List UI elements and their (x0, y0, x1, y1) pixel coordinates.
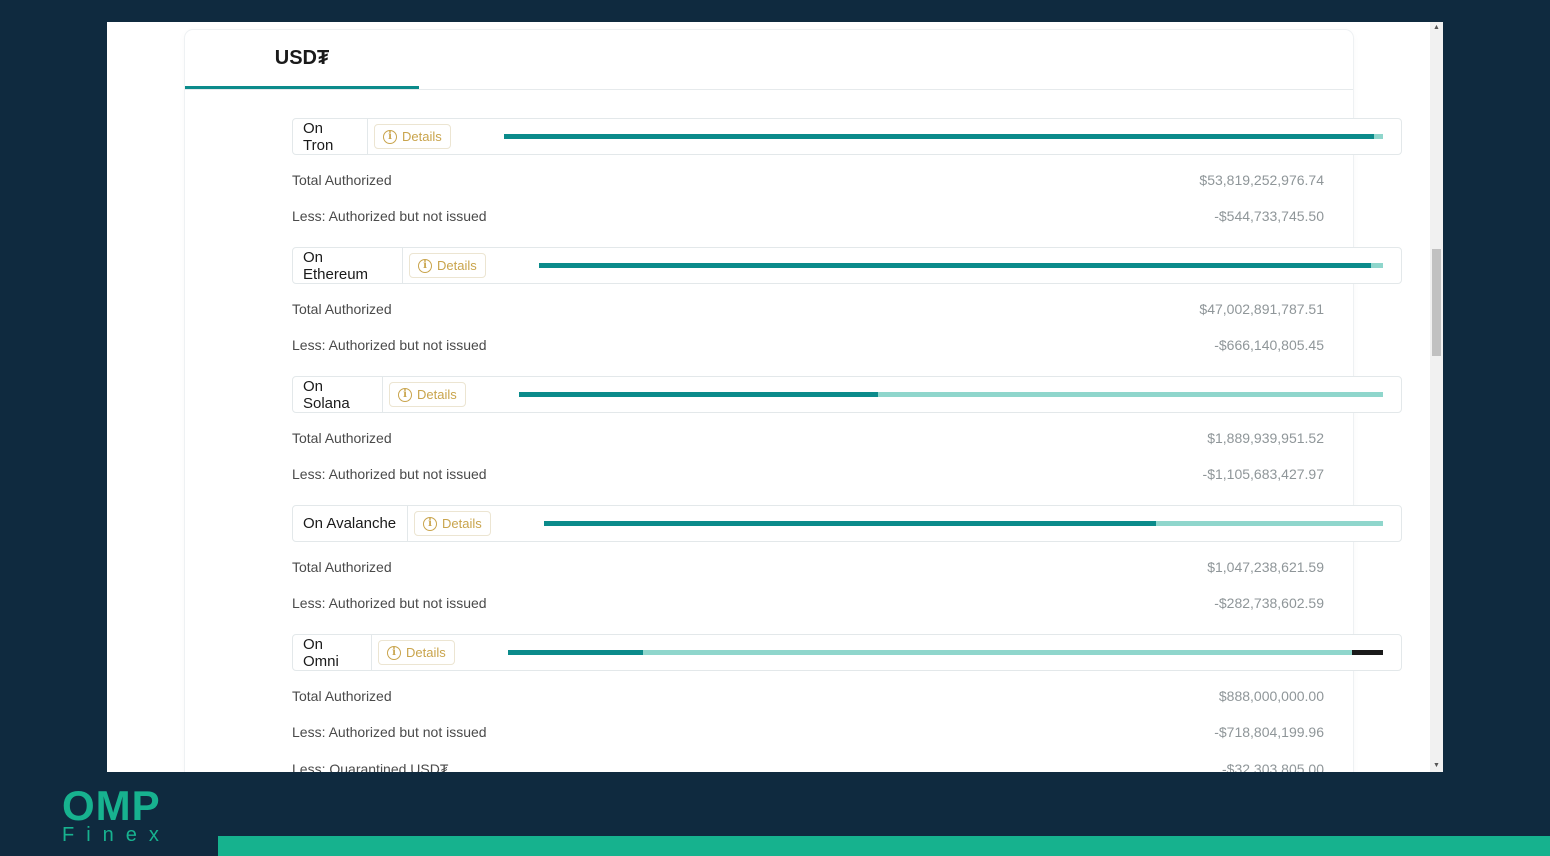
issuance-progress-bar (544, 521, 1383, 526)
row-label: Total Authorized (292, 688, 392, 704)
unissued-segment (1156, 521, 1383, 526)
row-value: $53,819,252,976.74 (1199, 172, 1324, 188)
unissued-segment (643, 650, 1352, 655)
row-value: -$666,140,805.45 (1214, 337, 1324, 353)
row-value: $1,047,238,621.59 (1207, 559, 1324, 575)
issued-segment (504, 134, 1374, 139)
details-button[interactable]: i Details (374, 124, 451, 149)
chain-header: On Solana i Details (292, 376, 1402, 413)
row-value: $1,889,939,951.52 (1207, 430, 1324, 446)
unissued-segment (878, 392, 1383, 397)
info-icon: i (387, 645, 401, 660)
info-icon: i (418, 258, 432, 273)
details-button[interactable]: i Details (378, 640, 455, 665)
chain-header: On Avalanche i Details (292, 505, 1402, 542)
row-value: -$282,738,602.59 (1214, 595, 1324, 611)
row-value: $47,002,891,787.51 (1199, 301, 1324, 317)
tab-usdt[interactable]: USD₮ (185, 30, 419, 89)
info-icon: i (383, 129, 397, 144)
details-button[interactable]: i Details (389, 382, 466, 407)
issuance-progress-bar (508, 650, 1383, 655)
row-label: Total Authorized (292, 301, 392, 317)
details-label: Details (437, 258, 477, 273)
details-label: Details (402, 129, 442, 144)
row-label: Less: Authorized but not issued (292, 724, 487, 740)
logo-main-text: OMP (62, 782, 161, 829)
details-label: Details (442, 516, 482, 531)
chain-name: On Omni (293, 635, 372, 670)
details-button[interactable]: i Details (409, 253, 486, 278)
chain-name: On Ethereum (293, 248, 403, 283)
row-label: Less: Authorized but not issued (292, 208, 487, 224)
logo-sub-text: Finex (62, 824, 171, 846)
chain-header: On Tron i Details (292, 118, 1402, 155)
chain-name: On Avalanche (293, 506, 408, 541)
row-value: -$32,303,805.00 (1222, 761, 1324, 772)
unissued-segment (1374, 134, 1383, 139)
row-value: -$718,804,199.96 (1214, 724, 1324, 740)
issuance-progress-bar (519, 392, 1383, 397)
usdt-card: USD₮ On Tron i Details Total Authorized $53,… (185, 30, 1402, 772)
row-label: Less: Quarantined USD₮ (292, 761, 449, 772)
issued-segment (544, 521, 1156, 526)
issued-segment (508, 650, 643, 655)
row-label: Less: Authorized but not issued (292, 595, 487, 611)
chain-name: On Solana (293, 377, 383, 412)
row-label: Less: Authorized but not issued (292, 337, 487, 353)
details-label: Details (406, 645, 446, 660)
row-label: Total Authorized (292, 430, 392, 446)
issued-segment (519, 392, 878, 397)
row-value: -$544,733,745.50 (1214, 208, 1324, 224)
row-label: Total Authorized (292, 559, 392, 575)
quarantined-segment (1352, 650, 1383, 655)
info-icon: i (398, 387, 412, 402)
row-label: Total Authorized (292, 172, 392, 188)
info-icon: i (423, 516, 437, 531)
details-button[interactable]: i Details (414, 511, 491, 536)
scrollbar[interactable]: ▲ ▼ (1430, 22, 1443, 772)
chain-header: On Omni i Details (292, 634, 1402, 671)
chain-name: On Tron (293, 119, 368, 154)
scrollbar-thumb[interactable] (1432, 249, 1441, 356)
issuance-progress-bar (539, 263, 1383, 268)
issued-segment (539, 263, 1371, 268)
issuance-progress-bar (504, 134, 1383, 139)
page-viewport: USD₮ On Tron i Details Total Authorized $53,… (107, 22, 1443, 772)
omp-finex-logo: OMP Finex (62, 782, 172, 847)
caret-down-icon[interactable]: ▼ (1430, 760, 1443, 772)
footer-accent-bar (218, 836, 1550, 856)
unissued-segment (1371, 263, 1383, 268)
row-value: $888,000,000.00 (1218, 688, 1324, 704)
tab-bar: USD₮ (185, 30, 1353, 90)
row-label: Less: Authorized but not issued (292, 466, 487, 482)
chain-header: On Ethereum i Details (292, 247, 1402, 284)
details-label: Details (417, 387, 457, 402)
caret-up-icon[interactable]: ▲ (1430, 22, 1443, 34)
row-value: -$1,105,683,427.97 (1202, 466, 1324, 482)
